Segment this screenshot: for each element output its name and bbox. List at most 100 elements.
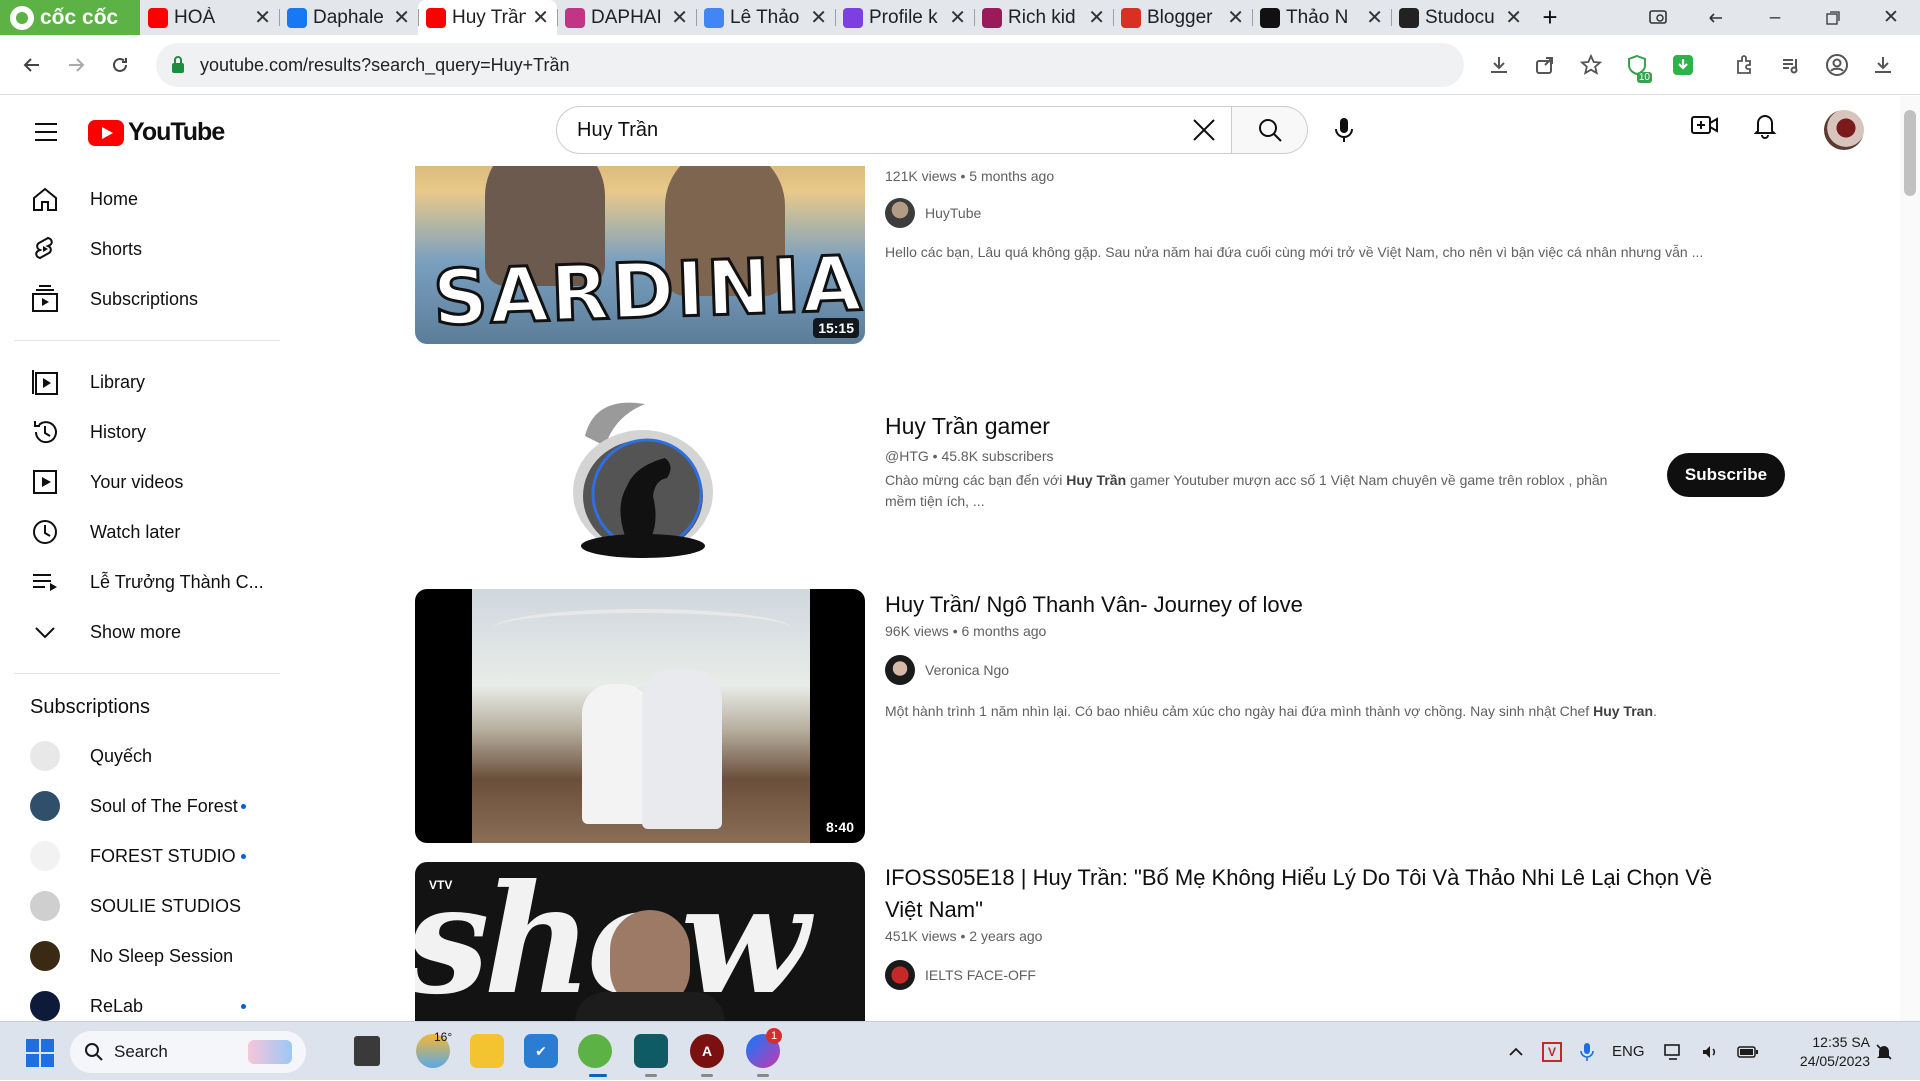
back-button[interactable]: [10, 43, 54, 87]
chevron-up-icon[interactable]: [1508, 1047, 1524, 1057]
close-tab-icon[interactable]: ✕: [393, 5, 410, 30]
result-video[interactable]: SARDINIA 15:15 121K views • 5 months ago…: [415, 166, 1875, 380]
app-icon-teal[interactable]: [634, 1034, 668, 1068]
hamburger-menu-icon[interactable]: [26, 112, 66, 152]
close-tab-icon[interactable]: ✕: [1088, 5, 1105, 30]
user-avatar[interactable]: [1824, 110, 1864, 150]
sidebar-item-l-tr-ng-th-nh-c[interactable]: Lễ Trưởng Thành C...: [0, 557, 290, 607]
notification-icon[interactable]: [1874, 1042, 1894, 1062]
extension-shield-icon[interactable]: 10: [1618, 43, 1656, 87]
browser-logo[interactable]: cốc cốc: [0, 0, 140, 35]
app-icon-red[interactable]: A: [690, 1034, 724, 1068]
sidebar-item-watch-later[interactable]: Watch later: [0, 507, 290, 557]
network-icon[interactable]: [1663, 1043, 1683, 1061]
tab-search-icon[interactable]: [1630, 0, 1688, 35]
close-tab-icon[interactable]: ✕: [532, 5, 549, 30]
browser-tab[interactable]: Blogger ✕: [1113, 0, 1252, 35]
bookmark-star-icon[interactable]: [1572, 43, 1610, 87]
extensions-puzzle-icon[interactable]: [1726, 43, 1764, 87]
browser-tab[interactable]: Rich kid ✕: [974, 0, 1113, 35]
subscription-item[interactable]: No Sleep Session: [0, 931, 290, 981]
windows-start-icon[interactable]: [26, 1039, 54, 1067]
share-icon[interactable]: [1526, 43, 1564, 87]
voice-search-button[interactable]: [1320, 106, 1368, 154]
playlist-music-icon[interactable]: [1772, 43, 1810, 87]
taskbar-clock[interactable]: 12:35 SA 24/05/2023: [1770, 1033, 1870, 1071]
sidebar-item-your-videos[interactable]: Your videos: [0, 457, 290, 507]
channel-link[interactable]: Veronica Ngo: [885, 655, 1765, 685]
browser-tab[interactable]: DAPHAI ✕: [557, 0, 696, 35]
youtube-logo[interactable]: YouTube: [88, 118, 225, 147]
tab-history-icon[interactable]: [1688, 0, 1746, 35]
search-input[interactable]: Huy Trần: [556, 106, 1232, 154]
subscription-avatar: [30, 791, 60, 821]
downloads-icon[interactable]: [1864, 43, 1902, 87]
volume-icon[interactable]: [1701, 1043, 1719, 1061]
result-video[interactable]: 8:40 Huy Trần/ Ngô Thanh Vân- Journey of…: [415, 589, 1875, 843]
close-tab-icon[interactable]: ✕: [810, 5, 827, 30]
close-tab-icon[interactable]: ✕: [949, 5, 966, 30]
sidebar-item-show-more[interactable]: Show more: [0, 607, 290, 657]
browser-tab[interactable]: Studocu ✕: [1391, 0, 1530, 35]
minimize-icon[interactable]: –: [1746, 0, 1804, 35]
channel-avatar-large[interactable]: [555, 396, 721, 562]
new-tab-button[interactable]: +: [1530, 0, 1570, 35]
forward-button[interactable]: [54, 43, 98, 87]
close-tab-icon[interactable]: ✕: [1505, 5, 1522, 30]
savior-download-icon[interactable]: [1664, 43, 1702, 87]
channel-title[interactable]: Huy Trần gamer: [885, 410, 1625, 442]
search-button[interactable]: [1232, 106, 1308, 154]
antivirus-icon[interactable]: V: [1542, 1041, 1562, 1062]
url-field[interactable]: youtube.com/results?search_query=Huy+Trầ…: [156, 43, 1464, 87]
download-page-icon[interactable]: [1480, 43, 1518, 87]
close-window-icon[interactable]: ✕: [1862, 0, 1920, 35]
coccoc-taskbar-icon[interactable]: [578, 1034, 612, 1068]
video-title[interactable]: Huy Trần/ Ngô Thanh Vân- Journey of love: [885, 589, 1765, 621]
subscription-item[interactable]: ReLab: [0, 981, 290, 1021]
todo-icon[interactable]: ✔: [524, 1034, 558, 1068]
sidebar-item-shorts[interactable]: Shorts: [0, 224, 290, 274]
video-thumbnail[interactable]: 8:40: [415, 589, 865, 843]
browser-tab[interactable]: Thảo N ✕: [1252, 0, 1391, 35]
browser-tab[interactable]: Huy Trần ✕: [418, 0, 557, 35]
browser-tab[interactable]: Profile k ✕: [835, 0, 974, 35]
video-title[interactable]: IFOSS05E18 | Huy Trần: "Bố Mẹ Không Hiểu…: [885, 862, 1745, 926]
subscription-item[interactable]: Quyếch: [0, 731, 290, 781]
close-tab-icon[interactable]: ✕: [1366, 5, 1383, 30]
subscription-item[interactable]: Soul of The Forest: [0, 781, 290, 831]
profile-icon[interactable]: [1818, 43, 1856, 87]
sidebar-item-home[interactable]: Home: [0, 174, 290, 224]
browser-tab[interactable]: HOÀ ✕: [140, 0, 279, 35]
file-explorer-icon[interactable]: [470, 1034, 504, 1068]
microphone-tray-icon[interactable]: [1580, 1042, 1594, 1062]
channel-link[interactable]: HuyTube: [885, 198, 1765, 228]
sidebar-item-history[interactable]: History: [0, 407, 290, 457]
page-scrollbar[interactable]: [1900, 96, 1920, 1021]
maximize-icon[interactable]: [1804, 0, 1862, 35]
taskbar-search[interactable]: Search: [70, 1031, 306, 1073]
notifications-bell-icon[interactable]: [1750, 110, 1780, 140]
browser-tab[interactable]: Daphale ✕: [279, 0, 418, 35]
create-video-icon[interactable]: [1690, 110, 1720, 140]
close-tab-icon[interactable]: ✕: [254, 5, 271, 30]
subscribe-button[interactable]: Subscribe: [1667, 453, 1785, 497]
video-thumbnail[interactable]: show VTV: [415, 862, 865, 1021]
result-video[interactable]: show VTV IFOSS05E18 | Huy Trần: "Bố Mẹ K…: [415, 862, 1875, 1021]
subscription-item[interactable]: FOREST STUDIO: [0, 831, 290, 881]
scrollbar-thumb[interactable]: [1904, 110, 1916, 196]
sidebar-item-subscriptions[interactable]: Subscriptions: [0, 274, 290, 324]
sidebar-item-library[interactable]: Library: [0, 357, 290, 407]
language-indicator[interactable]: ENG: [1612, 1043, 1645, 1060]
subscription-item[interactable]: SOULIE STUDIOS: [0, 881, 290, 931]
result-channel[interactable]: Huy Trần gamer @HTG • 45.8K subscribers …: [415, 396, 1875, 570]
reload-button[interactable]: [98, 43, 142, 87]
video-thumbnail[interactable]: SARDINIA 15:15: [415, 166, 865, 344]
close-tab-icon[interactable]: ✕: [671, 5, 688, 30]
channel-link[interactable]: IELTS FACE-OFF: [885, 960, 1745, 990]
browser-tab[interactable]: Lê Thảo ✕: [696, 0, 835, 35]
task-view-icon[interactable]: [354, 1036, 380, 1066]
clear-search-icon[interactable]: [1191, 117, 1217, 143]
battery-icon[interactable]: [1736, 1045, 1759, 1059]
lock-icon[interactable]: [170, 55, 186, 75]
close-tab-icon[interactable]: ✕: [1227, 5, 1244, 30]
